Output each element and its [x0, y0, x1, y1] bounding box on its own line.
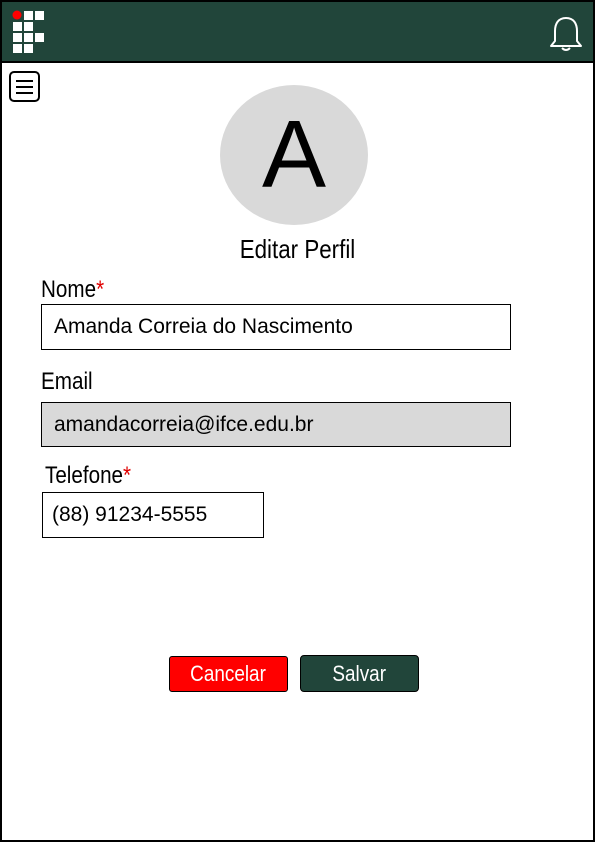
menu-line: [16, 92, 33, 94]
telefone-field[interactable]: [42, 492, 264, 538]
top-bar: [2, 2, 593, 63]
email-label: Email: [41, 368, 93, 395]
bell-icon[interactable]: [548, 15, 584, 53]
avatar[interactable]: A: [220, 85, 368, 225]
institution-logo-icon[interactable]: [12, 10, 48, 54]
save-button[interactable]: Salvar: [300, 655, 419, 692]
menu-line: [16, 80, 33, 82]
telefone-label: Telefone*: [45, 462, 131, 490]
avatar-letter: A: [261, 101, 327, 208]
nome-label-text: Nome: [41, 276, 97, 303]
telefone-label-text: Telefone: [45, 462, 124, 489]
cancel-button-label: Cancelar: [190, 661, 267, 686]
email-field: [41, 402, 511, 447]
menu-line: [16, 86, 33, 88]
save-button-label: Salvar: [332, 660, 387, 686]
hamburger-menu-icon[interactable]: [9, 71, 40, 102]
nome-field[interactable]: [41, 304, 511, 350]
page-title: Editar Perfil: [239, 234, 356, 264]
required-mark: *: [123, 462, 132, 489]
required-mark: *: [96, 276, 105, 303]
nome-label: Nome*: [41, 276, 104, 304]
cancel-button[interactable]: Cancelar: [169, 656, 288, 692]
